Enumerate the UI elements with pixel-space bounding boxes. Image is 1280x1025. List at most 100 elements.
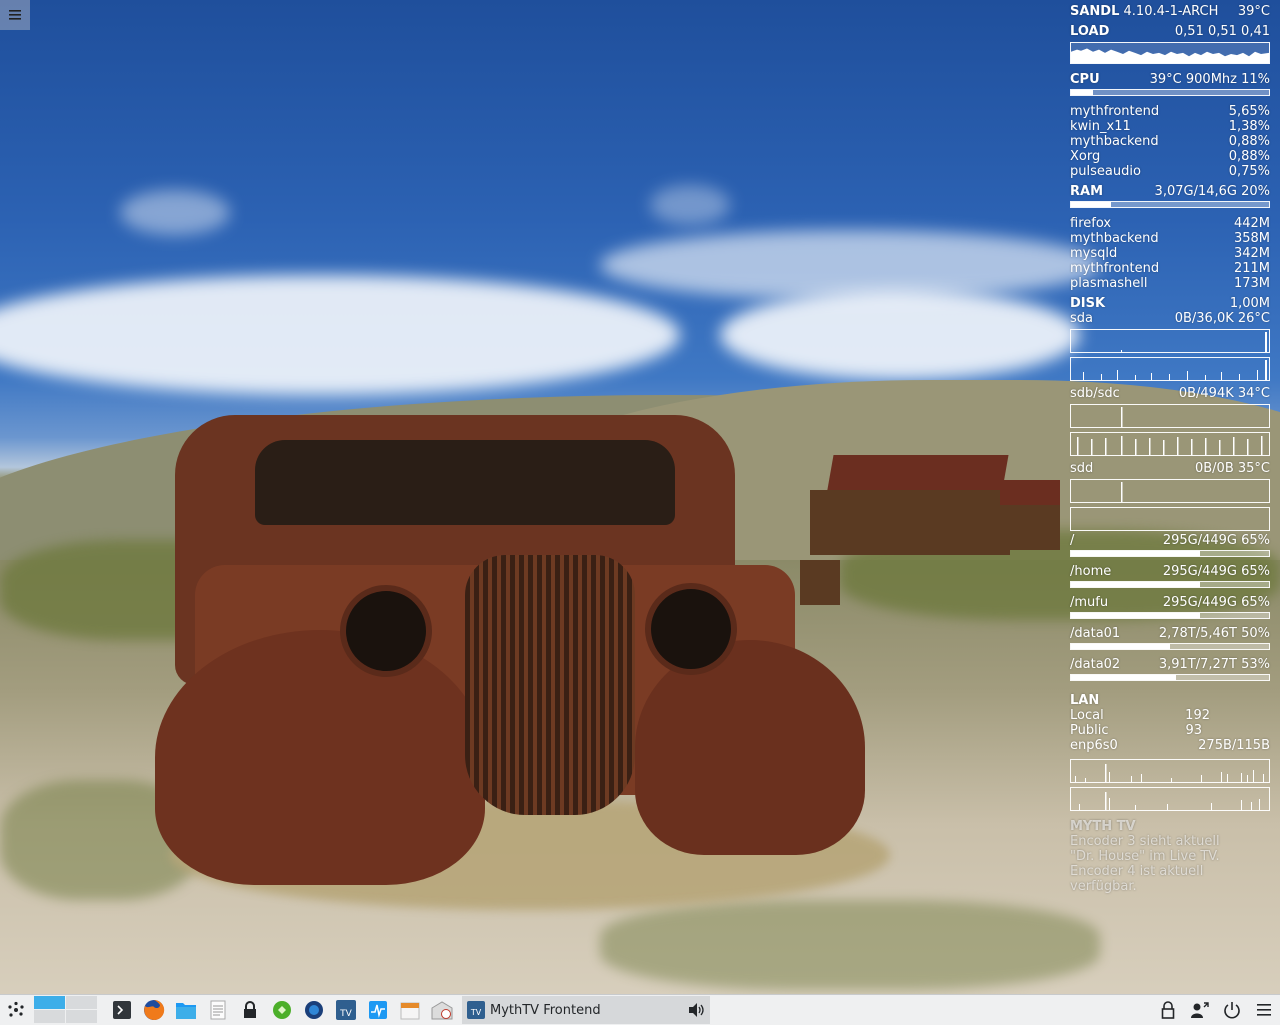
cpu-value: 39°C 900Mhz 11% xyxy=(1149,72,1270,87)
hamburger-icon xyxy=(9,10,21,20)
drive-read-graph xyxy=(1070,479,1270,503)
tray-switch-user-button[interactable] xyxy=(1186,996,1214,1024)
file-manager-launcher[interactable] xyxy=(172,996,200,1024)
desktop-1[interactable] xyxy=(34,996,65,1009)
virtual-desktop-pager[interactable] xyxy=(34,996,98,1024)
calendar-icon xyxy=(400,1002,420,1020)
process-name: mythbackend xyxy=(1070,134,1159,149)
list-item: mysqld 342M xyxy=(1070,246,1270,261)
firefox-icon xyxy=(144,999,165,1020)
speaker-icon[interactable] xyxy=(688,1002,706,1018)
task-mythtv-frontend[interactable]: TV MythTV Frontend xyxy=(462,996,710,1024)
drive-value: 0B/36,0K 26°C xyxy=(1174,311,1270,326)
mount-point: /home xyxy=(1070,564,1112,579)
cpu-usage-bar xyxy=(1070,89,1270,96)
drive-name: sda xyxy=(1070,311,1093,326)
mythtv-status: Encoder 3 sieht aktuell "Dr. House" im L… xyxy=(1070,834,1270,894)
drive-write-graph xyxy=(1070,432,1270,456)
process-name: mythfrontend xyxy=(1070,104,1160,119)
lan-public-ip: 93 xyxy=(1185,723,1202,738)
drive-name: sdd xyxy=(1070,461,1094,476)
mail-icon xyxy=(431,1001,453,1020)
process-name: Xorg xyxy=(1070,149,1101,164)
system-monitor-launcher[interactable] xyxy=(364,996,392,1024)
process-value: 442M xyxy=(1233,216,1270,231)
text-editor-icon xyxy=(210,1000,226,1020)
list-item: pulseaudio 0,75% xyxy=(1070,164,1270,179)
process-name: mysqld xyxy=(1070,246,1118,261)
desktop-toolbox-button[interactable] xyxy=(0,0,30,30)
mail-launcher[interactable] xyxy=(428,996,456,1024)
mythtv-icon: TV xyxy=(467,1001,485,1019)
lan-upload-graph xyxy=(1070,787,1270,811)
cpu-process-list: mythfrontend 5,65% kwin_x11 1,38% mythback… xyxy=(1070,104,1270,179)
desktop-4[interactable] xyxy=(66,1010,97,1023)
process-value: 342M xyxy=(1233,246,1270,261)
system-tray xyxy=(1152,996,1280,1024)
mount-point: /data01 xyxy=(1070,626,1121,641)
cpu-label: CPU xyxy=(1070,72,1100,87)
mythtv-status-line: Encoder 3 sieht aktuell xyxy=(1070,834,1220,849)
menu-icon xyxy=(1257,1004,1271,1016)
mythtv-status-line: Encoder 4 ist aktuell xyxy=(1070,864,1204,879)
network-icon xyxy=(273,1001,291,1019)
calendar-launcher[interactable] xyxy=(396,996,424,1024)
lock-icon xyxy=(1161,1001,1175,1019)
taskbar: TV TV MythTV Frontend xyxy=(0,994,1280,1025)
tray-lock-button[interactable] xyxy=(1154,996,1182,1024)
mythtv-launcher[interactable]: TV xyxy=(332,996,360,1024)
filesystem-list: / 295G/449G 65% /home 295G/449G 65% /mufu 2… xyxy=(1070,533,1270,681)
filesystem-row: /home 295G/449G 65% xyxy=(1070,564,1270,579)
app-launcher-button[interactable] xyxy=(2,996,30,1024)
power-icon xyxy=(1224,1002,1240,1019)
kernel-version: 4.10.4-1-ARCH xyxy=(1123,4,1219,19)
lan-interface-label: enp6s0 xyxy=(1070,738,1118,753)
ram-process-list: firefox 442M mythbackend 358M mysqld 342M m… xyxy=(1070,216,1270,291)
drive-value: 0B/0B 35°C xyxy=(1194,461,1270,476)
lock-screen-launcher[interactable] xyxy=(236,996,264,1024)
file-manager-icon xyxy=(176,1003,196,1019)
filesystem-usage-bar xyxy=(1070,643,1270,650)
drive-write-graph xyxy=(1070,507,1270,531)
mythtv-label: MYTH TV xyxy=(1070,819,1136,834)
process-value: 1,38% xyxy=(1228,119,1270,134)
svg-text:TV: TV xyxy=(470,1008,482,1017)
drive-read-graph xyxy=(1070,404,1270,428)
ram-usage-fill xyxy=(1071,202,1111,207)
mount-usage: 295G/449G 65% xyxy=(1162,564,1270,579)
process-value: 173M xyxy=(1233,276,1270,291)
filesystem-row: /data01 2,78T/5,46T 50% xyxy=(1070,626,1270,641)
desktop-3[interactable] xyxy=(34,1010,65,1023)
terminal-icon xyxy=(113,1001,131,1019)
process-value: 358M xyxy=(1233,231,1270,246)
filesystem-usage-bar xyxy=(1070,550,1270,557)
filesystem-usage-bar xyxy=(1070,612,1270,619)
filesystem-usage-bar xyxy=(1070,581,1270,588)
firefox-launcher[interactable] xyxy=(140,996,168,1024)
terminal-launcher[interactable] xyxy=(108,996,136,1024)
mount-usage: 3,91T/7,27T 53% xyxy=(1158,657,1270,672)
mount-point: / xyxy=(1070,533,1075,548)
lan-interface-rate: 275B/115B xyxy=(1198,738,1270,753)
tray-power-button[interactable] xyxy=(1218,996,1246,1024)
browser-launcher[interactable] xyxy=(300,996,328,1024)
lan-local-label: Local xyxy=(1070,708,1104,723)
network-tool-launcher[interactable] xyxy=(268,996,296,1024)
load-value: 0,51 0,51 0,41 xyxy=(1174,24,1270,39)
list-item: mythfrontend 5,65% xyxy=(1070,104,1270,119)
panel-menu-button[interactable] xyxy=(1250,996,1278,1024)
system-temp: 39°C xyxy=(1237,4,1270,19)
conky-system-monitor: SANDL 4.10.4-1-ARCH 39°C LOAD 0,51 0,51 … xyxy=(1070,4,1270,894)
process-name: plasmashell xyxy=(1070,276,1148,291)
process-value: 5,65% xyxy=(1228,104,1270,119)
text-editor-launcher[interactable] xyxy=(204,996,232,1024)
desktop-2[interactable] xyxy=(66,996,97,1009)
drive-row-sdb-sdc: sdb/sdc 0B/494K 34°C xyxy=(1070,386,1270,401)
drive-value: 0B/494K 34°C xyxy=(1178,386,1270,401)
conky-header: SANDL 4.10.4-1-ARCH 39°C xyxy=(1070,4,1270,19)
svg-text:TV: TV xyxy=(339,1009,352,1019)
process-name: kwin_x11 xyxy=(1070,119,1131,134)
process-value: 0,75% xyxy=(1228,164,1270,179)
process-value: 211M xyxy=(1233,261,1270,276)
ram-value: 3,07G/14,6G 20% xyxy=(1154,184,1270,199)
